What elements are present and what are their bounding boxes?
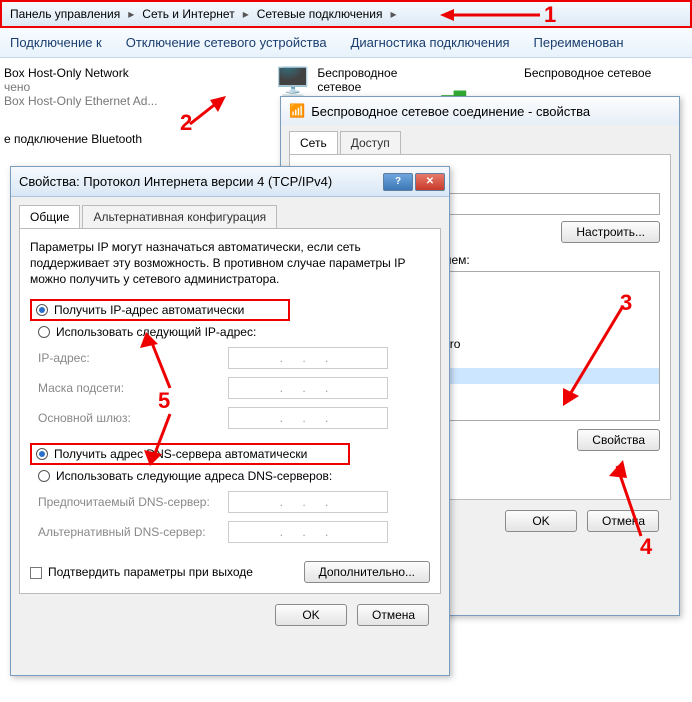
toolbar-diagnose[interactable]: Диагностика подключения — [351, 35, 510, 50]
radio-manual-ip[interactable]: Использовать следующий IP-адрес: — [30, 321, 430, 343]
tabs: Сеть Доступ — [289, 131, 671, 155]
gateway-label: Основной шлюз: — [38, 411, 228, 425]
mask-label: Маска подсети: — [38, 381, 228, 395]
intro-text: Параметры IP могут назначаться автоматич… — [30, 239, 430, 287]
confirm-checkbox[interactable]: Подтвердить параметры при выходе — [30, 565, 253, 579]
toolbar-disable[interactable]: Отключение сетевого устройства — [126, 35, 327, 50]
dns1-label: Предпочитаемый DNS-сервер: — [38, 495, 228, 509]
ip-label: IP-адрес: — [38, 351, 228, 365]
cancel-button[interactable]: Отмена — [357, 604, 429, 626]
radio-icon — [38, 326, 50, 338]
radio-icon — [38, 470, 50, 482]
dns1-input[interactable]: . . . — [228, 491, 388, 513]
ok-button[interactable]: OK — [275, 604, 347, 626]
conn-wireless-2[interactable]: Беспроводное сетевое — [520, 64, 680, 82]
chevron-right-icon: ▸ — [387, 7, 401, 21]
tab-general[interactable]: Общие — [19, 205, 80, 228]
radio-auto-dns[interactable]: Получить адрес DNS-сервера автоматически — [30, 443, 350, 465]
mask-input[interactable]: . . . — [228, 377, 388, 399]
toolbar-rename[interactable]: Переименован — [534, 35, 624, 50]
ip-input[interactable]: . . . — [228, 347, 388, 369]
crumb-network[interactable]: Сеть и Интернет — [138, 7, 238, 21]
toolbar: Подключение к Отключение сетевого устрой… — [0, 28, 692, 58]
properties-button[interactable]: Свойства — [577, 429, 660, 451]
dialog-title: 📶 Беспроводное сетевое соединение - свой… — [281, 97, 679, 125]
radio-auto-ip[interactable]: Получить IP-адрес автоматически — [30, 299, 290, 321]
chevron-right-icon: ▸ — [239, 7, 253, 21]
close-button[interactable]: ✕ — [415, 173, 445, 191]
crumb-connections[interactable]: Сетевые подключения — [253, 7, 387, 21]
tab-alt-config[interactable]: Альтернативная конфигурация — [82, 205, 277, 228]
toolbar-connect[interactable]: Подключение к — [10, 35, 102, 50]
dns2-input[interactable]: . . . — [228, 521, 388, 543]
radio-manual-dns[interactable]: Использовать следующие адреса DNS-сервер… — [30, 465, 430, 487]
tab-network[interactable]: Сеть — [289, 131, 338, 154]
breadcrumb[interactable]: Панель управления▸ Сеть и Интернет▸ Сете… — [0, 0, 692, 28]
tab-access[interactable]: Доступ — [340, 131, 401, 154]
gateway-input[interactable]: . . . — [228, 407, 388, 429]
cancel-button[interactable]: Отмена — [587, 510, 659, 532]
network-icon: 📶 — [289, 103, 305, 119]
checkbox-icon — [30, 567, 42, 579]
dialog-title: Свойства: Протокол Интернета версии 4 (T… — [19, 174, 332, 189]
ok-button[interactable]: OK — [505, 510, 577, 532]
chevron-right-icon: ▸ — [124, 7, 138, 21]
help-button[interactable]: ? — [383, 173, 413, 191]
advanced-button[interactable]: Дополнительно... — [304, 561, 430, 583]
configure-button[interactable]: Настроить... — [561, 221, 660, 243]
radio-icon — [36, 448, 48, 460]
dialog-ipv4-props: Свойства: Протокол Интернета версии 4 (T… — [10, 166, 450, 676]
crumb-control-panel[interactable]: Панель управления — [6, 7, 124, 21]
dns2-label: Альтернативный DNS-сервер: — [38, 525, 228, 539]
radio-icon — [36, 304, 48, 316]
